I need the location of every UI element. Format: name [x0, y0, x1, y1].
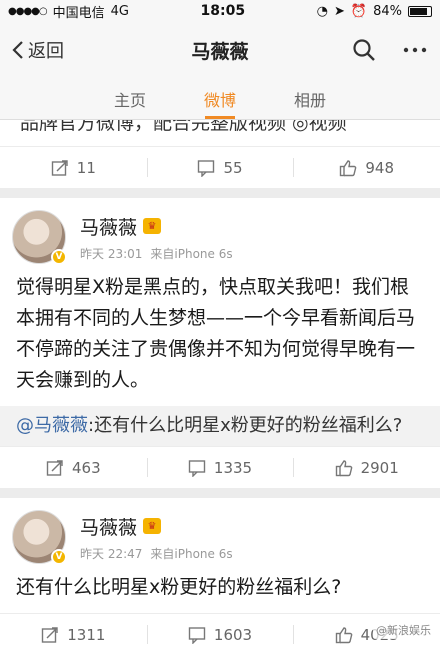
comment-icon	[188, 626, 206, 644]
quoted-post[interactable]: @马薇薇:还有什么比明星x粉更好的粉丝福利么?	[0, 406, 440, 446]
quote-mention[interactable]: @马薇薇	[16, 415, 88, 436]
battery-percent: 84%	[373, 3, 402, 19]
post-text: 还有什么比明星x粉更好的粉丝福利么?	[16, 576, 342, 598]
verified-badge-icon: V	[51, 549, 67, 565]
like-button[interactable]: 2901	[293, 447, 440, 488]
repost-icon	[46, 459, 63, 476]
repost-count: 463	[72, 458, 101, 477]
status-right: ◔ ➤ ⏰ 84%	[317, 4, 432, 19]
tab-weibo[interactable]: 微博	[175, 78, 265, 119]
alarm-icon: ⏰	[350, 3, 368, 19]
repost-button[interactable]: 1311	[0, 614, 147, 655]
watermark: @新浪娱乐	[373, 621, 434, 639]
comment-icon	[188, 459, 206, 477]
previous-post-actions: 11 55 948	[0, 146, 440, 188]
repost-icon	[42, 626, 58, 643]
verified-badge-icon: V	[51, 249, 67, 265]
feed-gap	[0, 188, 440, 198]
repost-icon	[51, 159, 68, 176]
post-sub: 昨天 23:01 来自iPhone 6s	[80, 245, 233, 262]
comment-count: 1335	[213, 458, 253, 477]
feed-gap	[0, 488, 440, 498]
carrier-label: 中国电信	[52, 5, 105, 21]
repost-button[interactable]: 463	[0, 447, 147, 488]
back-button[interactable]: 返回	[12, 37, 64, 63]
comment-button[interactable]: 1335	[146, 447, 294, 488]
status-left: ●●●●○ 中国电信 4G	[8, 2, 129, 21]
quote-text: :还有什么比明星x粉更好的粉丝福利么?	[88, 415, 403, 436]
user-name[interactable]: 马薇薇	[80, 213, 137, 240]
name-row: 马薇薇 ♛	[80, 213, 233, 240]
nav-actions	[352, 38, 428, 62]
comment-icon	[198, 159, 215, 177]
tab-album[interactable]: 相册	[265, 78, 355, 119]
repost-count: 11	[76, 158, 96, 177]
post-sub: 昨天 22:47 来自iPhone 6s	[80, 545, 233, 562]
comment-button[interactable]: 55	[146, 147, 294, 188]
previous-post-fragment[interactable]: 品牌官方微博，配合完整版视频 ◎视频	[0, 120, 440, 146]
post-header: V 马薇薇 ♛ 昨天 23:01 来自iPhone 6s	[0, 198, 440, 272]
post-source: 来自iPhone 6s	[150, 246, 233, 261]
like-button[interactable]: 948	[293, 147, 440, 188]
like-icon	[335, 626, 352, 643]
signal-icon: ●●●●○	[8, 5, 48, 17]
vip-crown-icon: ♛	[143, 218, 162, 234]
network-label: 4G	[110, 3, 130, 19]
like-count: 948	[365, 158, 394, 177]
weibo-post[interactable]: V 马薇薇 ♛ 昨天 23:01 来自iPhone 6s 觉得明星X粉是黑点的，…	[0, 198, 440, 488]
comment-count: 1603	[213, 625, 253, 644]
post-header: V 马薇薇 ♛ 昨天 22:47 来自iPhone 6s	[0, 498, 440, 572]
post-time: 昨天 22:47	[80, 546, 143, 561]
comment-button[interactable]: 1603	[146, 614, 294, 655]
location-icon: ➤	[334, 3, 345, 19]
post-time: 昨天 23:01	[80, 246, 143, 261]
tab-home[interactable]: 主页	[85, 78, 175, 119]
like-icon	[340, 159, 357, 176]
lock-rotation-icon: ◔	[316, 3, 328, 19]
status-time: 18:05	[200, 3, 246, 19]
post-meta: 马薇薇 ♛ 昨天 23:01 来自iPhone 6s	[80, 213, 233, 262]
post-meta: 马薇薇 ♛ 昨天 22:47 来自iPhone 6s	[80, 513, 233, 562]
fragment-text: 品牌官方微博，配合完整版视频 ◎视频	[20, 120, 347, 134]
status-bar: ●●●●○ 中国电信 4G 18:05 ◔ ➤ ⏰ 84%	[0, 0, 440, 22]
comment-count: 55	[223, 158, 243, 177]
back-label: 返回	[28, 41, 64, 62]
repost-count: 1311	[67, 625, 106, 644]
post-actions: 463 1335 2901	[0, 446, 440, 488]
post-text: 觉得明星X粉是黑点的，快点取关我吧！我们根本拥有不同的人生梦想——一个今早看新闻…	[16, 276, 416, 391]
avatar[interactable]: V	[12, 510, 67, 565]
nav-bar: 返回 马薇薇	[0, 22, 440, 78]
like-count: 2901	[360, 458, 399, 477]
user-name[interactable]: 马薇薇	[80, 513, 137, 540]
back-chevron-icon	[12, 41, 23, 59]
name-row: 马薇薇 ♛	[80, 513, 233, 540]
post-source: 来自iPhone 6s	[150, 546, 233, 561]
like-icon	[335, 459, 352, 476]
avatar[interactable]: V	[12, 210, 67, 265]
battery-icon	[408, 5, 432, 17]
search-icon[interactable]	[352, 38, 376, 62]
more-icon[interactable]	[402, 38, 428, 62]
vip-crown-icon: ♛	[143, 518, 162, 534]
repost-button[interactable]: 11	[0, 147, 147, 188]
profile-tabs: 主页 微博 相册	[0, 78, 440, 120]
